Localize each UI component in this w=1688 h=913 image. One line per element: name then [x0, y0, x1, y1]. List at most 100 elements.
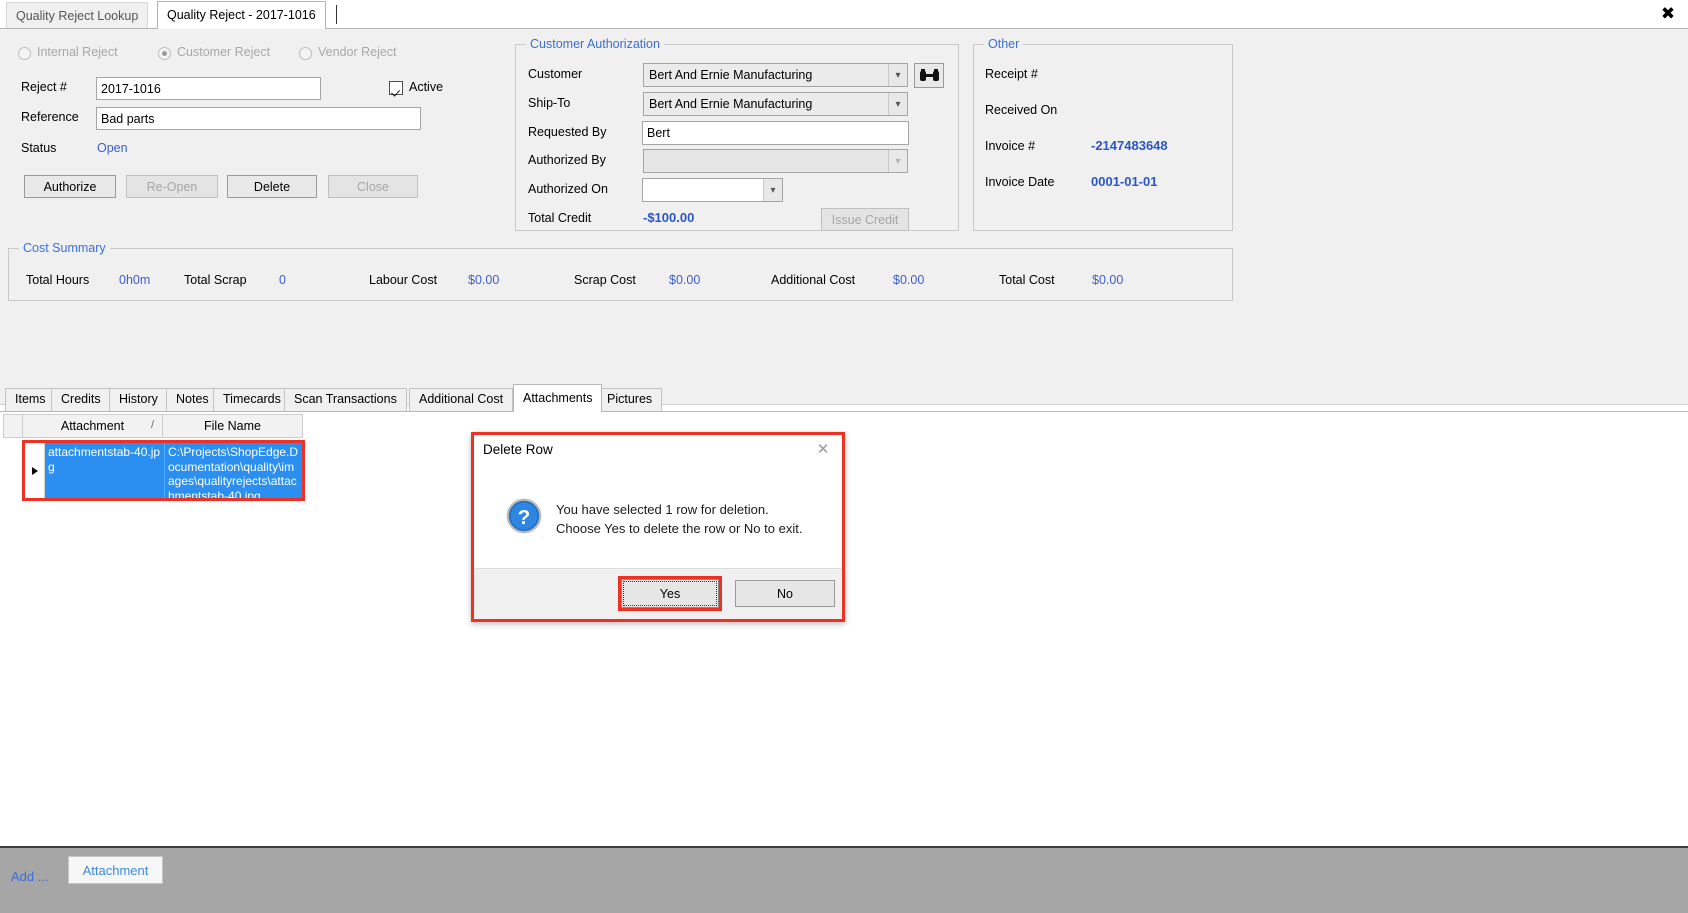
- cell-file-name[interactable]: C:\Projects\ShopEdge.Documentation\quali…: [165, 443, 302, 498]
- invoice-date-label: Invoice Date: [985, 175, 1055, 189]
- tab-pictures[interactable]: Pictures: [597, 388, 663, 411]
- add-label: Add ...: [11, 869, 49, 884]
- cost-summary-group: Cost Summary Total Hours 0h0m Total Scra…: [8, 241, 1233, 301]
- dialog-message: You have selected 1 row for deletion. Ch…: [556, 500, 826, 538]
- tab-label: Quality Reject - 2017-1016: [167, 8, 316, 22]
- chevron-down-icon: ▾: [763, 179, 782, 201]
- bottom-toolbar: Add ... Attachment: [0, 846, 1688, 913]
- reject-header-form: Internal Reject Customer Reject Vendor R…: [0, 29, 1688, 405]
- no-button[interactable]: No: [735, 580, 835, 607]
- column-label: Attachment: [60, 419, 125, 433]
- tab-label: Scan Transactions: [294, 392, 397, 406]
- reopen-button[interactable]: Re-Open: [126, 175, 218, 198]
- tab-additional-cost[interactable]: Additional Cost: [409, 388, 514, 411]
- close-button[interactable]: Close: [328, 175, 418, 198]
- tab-label: Quality Reject Lookup: [16, 9, 139, 23]
- chevron-down-icon: ▾: [888, 93, 907, 115]
- yes-button-highlight: Yes: [618, 576, 722, 611]
- radio-selected-dot-icon: [162, 51, 167, 56]
- customer-label: Customer: [528, 67, 583, 81]
- tab-scan-transactions[interactable]: Scan Transactions: [284, 388, 407, 411]
- tab-credits[interactable]: Credits: [51, 388, 111, 411]
- checkbox-checked-icon: [389, 81, 403, 95]
- dialog-message-line-1: You have selected 1 row for deletion.: [556, 502, 769, 517]
- tab-label: Attachments: [523, 391, 593, 405]
- delete-row-dialog: Delete Row ✕ ? You have selected 1 row f…: [471, 432, 845, 622]
- dialog-title: Delete Row: [483, 442, 553, 457]
- invoice-number-label: Invoice #: [985, 139, 1036, 153]
- column-label: File Name: [204, 419, 261, 433]
- authorized-on-datepicker[interactable]: ▾: [642, 178, 783, 202]
- issue-credit-button[interactable]: Issue Credit: [821, 208, 909, 231]
- tab-notes[interactable]: Notes: [166, 388, 219, 411]
- tab-history[interactable]: History: [109, 388, 168, 411]
- svg-text:?: ?: [518, 506, 531, 529]
- dialog-body: ? You have selected 1 row for deletion. …: [474, 465, 842, 574]
- dialog-title-bar: Delete Row ✕: [474, 435, 842, 465]
- total-cost-label: Total Cost: [999, 273, 1055, 287]
- tab-label: History: [119, 392, 158, 406]
- cost-summary-title: Cost Summary: [19, 241, 110, 255]
- customer-dropdown[interactable]: Bert And Ernie Manufacturing ▾: [643, 63, 908, 87]
- radio-label: Customer Reject: [177, 45, 271, 59]
- status-value: Open: [97, 141, 128, 155]
- application-window: Quality Reject Lookup Quality Reject - 2…: [0, 0, 1688, 913]
- button-label: No: [777, 586, 793, 601]
- grid-header-row: Attachment / File Name: [3, 414, 303, 438]
- window-tab-strip: Quality Reject Lookup Quality Reject - 2…: [0, 0, 1688, 29]
- authorize-button[interactable]: Authorize: [24, 175, 116, 198]
- additional-cost-label: Additional Cost: [771, 273, 856, 287]
- labour-cost-value: $0.00: [468, 273, 500, 287]
- total-credit-value: -$100.00: [643, 210, 695, 225]
- tab-label: Notes: [176, 392, 209, 406]
- requested-by-label: Requested By: [528, 125, 607, 139]
- tab-label: Items: [15, 392, 46, 406]
- tab-label: Credits: [61, 392, 101, 406]
- additional-cost-value: $0.00: [893, 273, 925, 287]
- tab-timecards[interactable]: Timecards: [213, 388, 291, 411]
- total-cost-value: $0.00: [1092, 273, 1124, 287]
- grid-header-attachment[interactable]: Attachment /: [23, 414, 163, 438]
- tab-quality-reject-lookup[interactable]: Quality Reject Lookup: [6, 2, 149, 28]
- reference-input[interactable]: [96, 107, 421, 130]
- close-icon[interactable]: ✕: [814, 440, 832, 458]
- row-current-indicator: [25, 443, 45, 498]
- tab-attachments[interactable]: Attachments: [513, 384, 603, 412]
- triangle-right-icon: [31, 466, 38, 475]
- tab-items[interactable]: Items: [5, 388, 56, 411]
- total-hours-label: Total Hours: [26, 273, 90, 287]
- invoice-date-value: 0001-01-01: [1091, 174, 1158, 189]
- customer-authorization-title: Customer Authorization: [526, 37, 664, 51]
- authorized-by-label: Authorized By: [528, 153, 606, 167]
- received-on-label: Received On: [985, 103, 1058, 117]
- yes-button[interactable]: Yes: [621, 579, 719, 608]
- button-label: Delete: [253, 179, 291, 194]
- authorized-by-dropdown[interactable]: ▾: [643, 149, 908, 173]
- grid-header-file-name[interactable]: File Name: [163, 414, 303, 438]
- reject-number-label: Reject #: [21, 80, 67, 94]
- scrap-cost-label: Scrap Cost: [574, 273, 636, 287]
- tab-label: Additional Cost: [419, 392, 504, 406]
- tab-label: Pictures: [607, 392, 653, 406]
- reject-number-input[interactable]: [96, 77, 321, 100]
- invoice-number-value: -2147483648: [1091, 138, 1168, 153]
- customer-search-button[interactable]: [914, 63, 944, 88]
- tab-quality-reject-2017-1016[interactable]: Quality Reject - 2017-1016: [157, 1, 326, 29]
- delete-button[interactable]: Delete: [227, 175, 317, 198]
- text-caret: [336, 5, 337, 24]
- total-scrap-label: Total Scrap: [184, 273, 247, 287]
- ship-to-dropdown[interactable]: Bert And Ernie Manufacturing ▾: [643, 92, 908, 116]
- question-mark-icon: ?: [506, 498, 542, 534]
- sort-ascending-icon: /: [150, 419, 154, 431]
- cell-attachment[interactable]: attachmentstab-40.jpg: [45, 443, 165, 498]
- table-row[interactable]: attachmentstab-40.jpg C:\Projects\ShopEd…: [22, 440, 305, 501]
- radio-label: Internal Reject: [37, 45, 118, 59]
- requested-by-input[interactable]: [642, 121, 909, 145]
- grid-header-indicator: [3, 414, 23, 438]
- close-icon[interactable]: ✖: [1657, 3, 1679, 25]
- ship-to-value: Bert And Ernie Manufacturing: [649, 97, 813, 111]
- total-hours-value: 0h0m: [119, 273, 151, 287]
- add-attachment-button[interactable]: Attachment: [68, 856, 163, 884]
- chevron-down-icon: ▾: [888, 64, 907, 86]
- scrap-cost-value: $0.00: [669, 273, 701, 287]
